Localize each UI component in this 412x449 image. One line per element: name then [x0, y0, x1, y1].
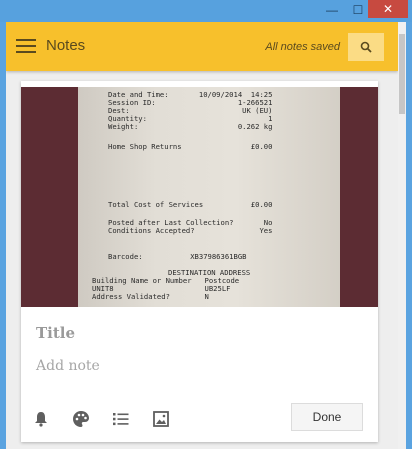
scrollbar[interactable] — [398, 22, 406, 449]
receipt-line: Home Shop Returns £0.00 — [108, 142, 273, 151]
note-image: Date and Time: 10/09/2014 14:25 Session … — [21, 87, 378, 307]
color-button[interactable] — [71, 409, 91, 429]
receipt-photo: Date and Time: 10/09/2014 14:25 Session … — [78, 87, 340, 307]
note-body-field[interactable]: Add note — [36, 358, 100, 374]
close-button[interactable]: ✕ — [368, 0, 408, 18]
app-bar: Notes All notes saved — [6, 22, 398, 71]
done-button[interactable]: Done — [291, 403, 363, 431]
palette-icon — [73, 411, 89, 427]
app-window: — ☐ ✕ Notes All notes saved Date and Tim… — [0, 0, 412, 449]
note-card: Date and Time: 10/09/2014 14:25 Session … — [21, 81, 378, 442]
search-icon — [360, 41, 372, 53]
receipt-line: Barcode: XB37986361BGB — [108, 252, 247, 261]
search-button[interactable] — [348, 33, 384, 61]
window-titlebar[interactable]: — ☐ ✕ — [0, 0, 412, 22]
note-title-field[interactable]: Title — [36, 324, 75, 342]
receipt-line: Total Cost of Services £0.00 — [108, 200, 273, 209]
image-icon — [153, 411, 169, 427]
notes-app: Notes All notes saved Date and Time: 10/… — [6, 22, 406, 449]
receipt-line: Weight: 0.262 kg — [108, 122, 273, 131]
save-status: All notes saved — [265, 41, 340, 53]
scrollbar-thumb[interactable] — [399, 34, 405, 114]
minimize-button[interactable]: — — [319, 0, 345, 20]
bell-icon — [35, 412, 47, 427]
receipt-line: Address Validated? N — [92, 292, 209, 301]
app-title: Notes — [46, 37, 86, 54]
add-image-button[interactable] — [151, 409, 171, 429]
list-icon — [113, 413, 129, 426]
reminder-button[interactable] — [31, 409, 51, 429]
receipt-line: Conditions Accepted? Yes — [108, 226, 273, 235]
checklist-button[interactable] — [111, 409, 131, 429]
hamburger-icon[interactable] — [16, 39, 36, 53]
